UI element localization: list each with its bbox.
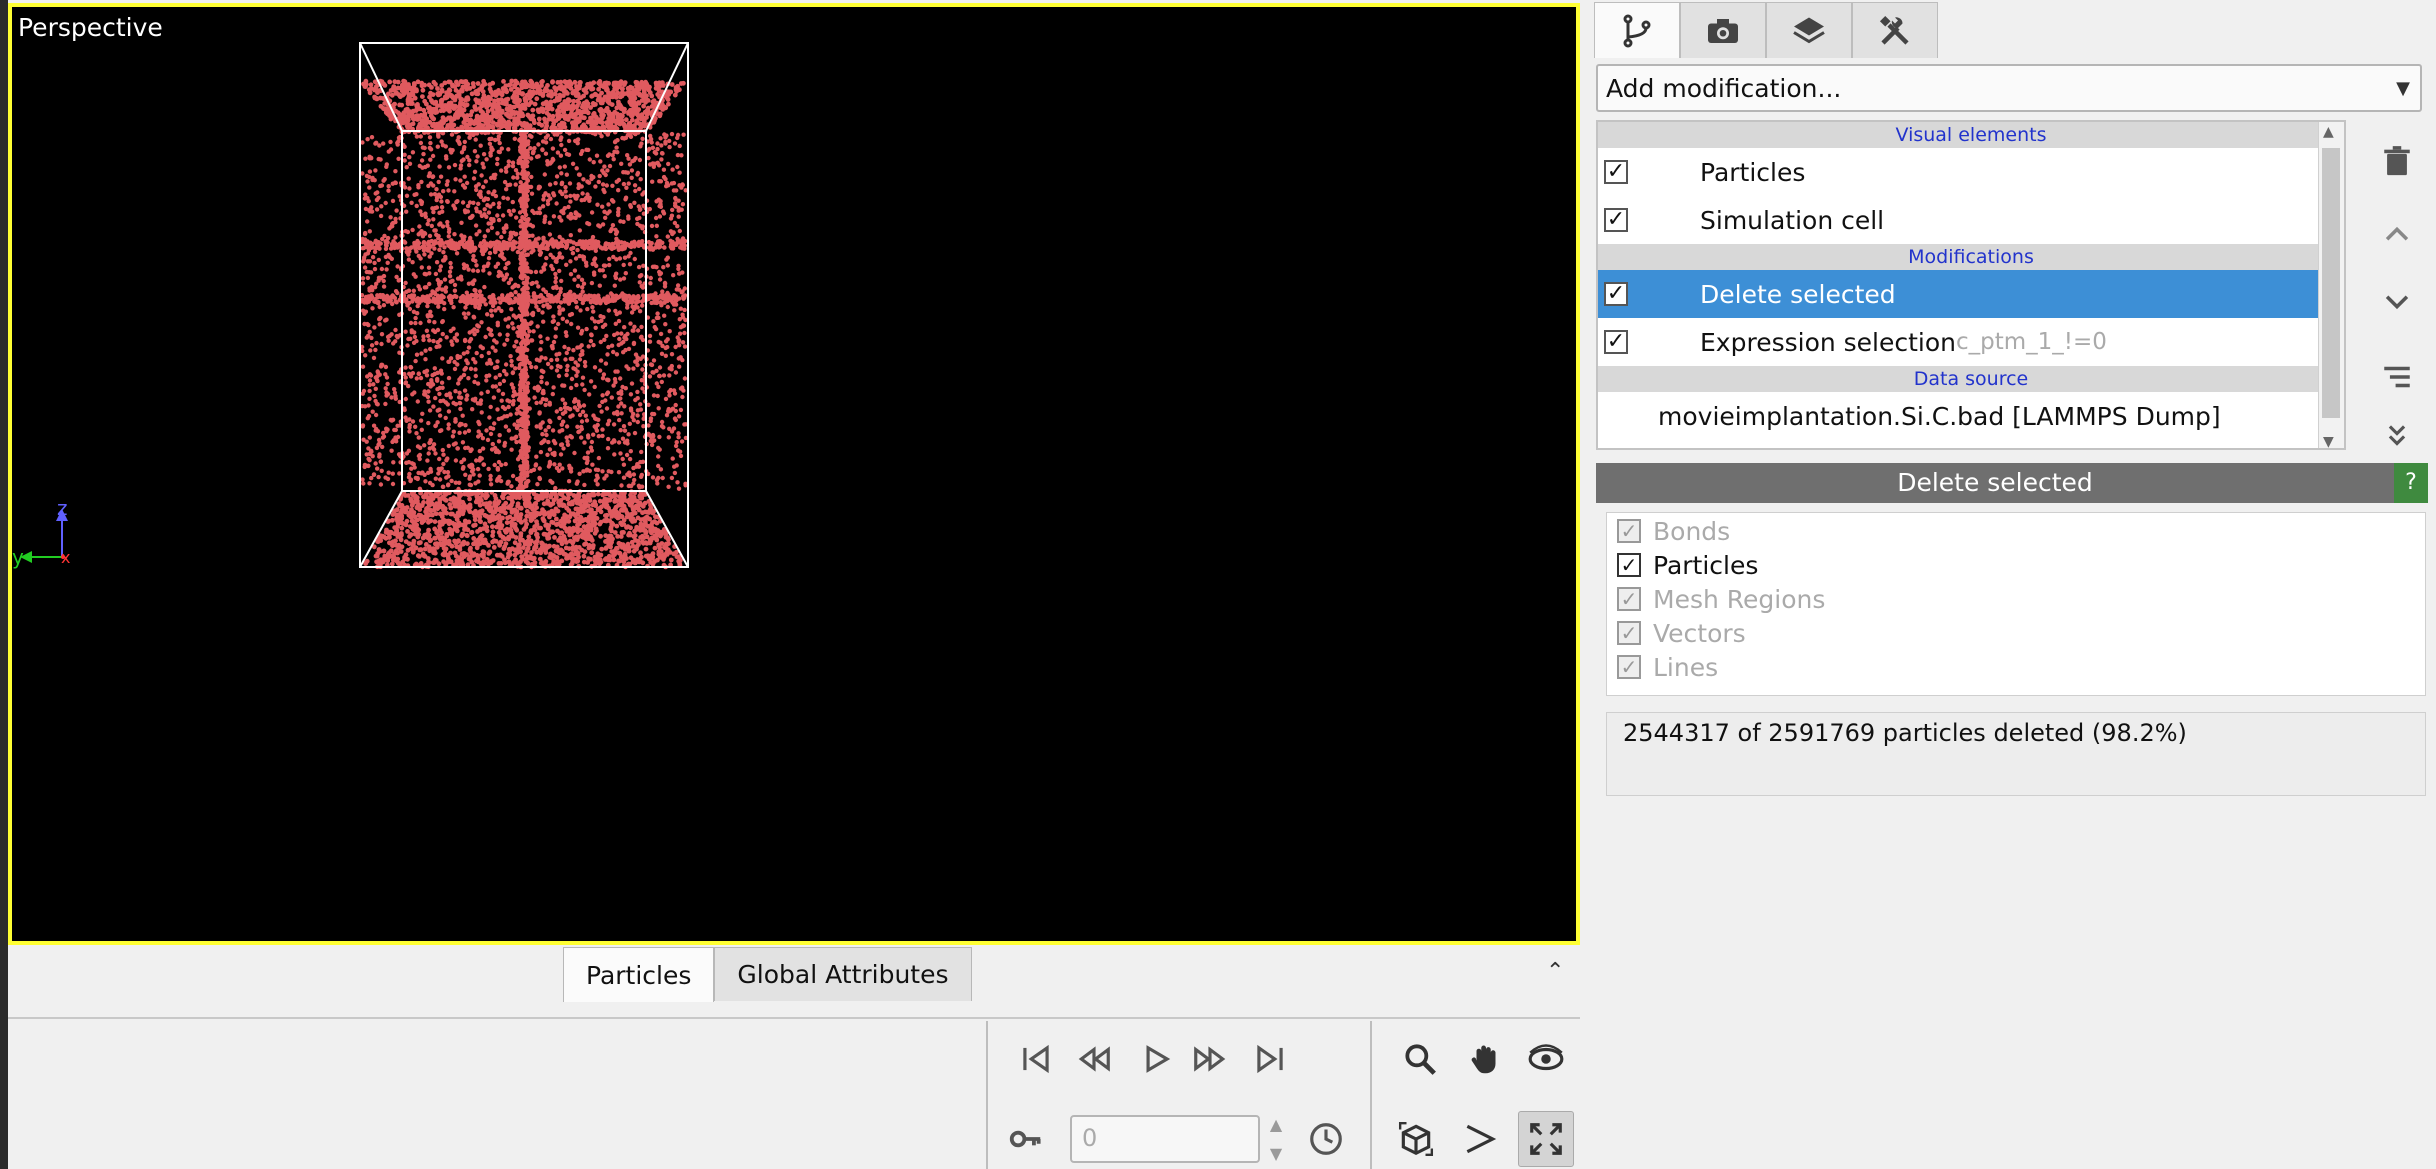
orbit-eye-icon[interactable] <box>1518 1031 1574 1087</box>
move-up-chevron-icon[interactable] <box>2372 210 2422 260</box>
move-down-chevron-icon[interactable] <box>2372 276 2422 326</box>
zoom-scene-extents-icon[interactable] <box>1388 1111 1444 1167</box>
type-row-bonds[interactable]: ✓ Bonds <box>1617 515 1730 547</box>
pipeline-item-particles[interactable]: ✓ Particles <box>1598 148 2344 196</box>
pipeline-item-data-source[interactable]: movieimplantation.Si.C.bad [LAMMPS Dump] <box>1598 392 2344 440</box>
utilities-tab-tools-icon[interactable] <box>1852 2 1938 58</box>
type-row-vectors[interactable]: ✓ Vectors <box>1617 617 1746 649</box>
type-label: Particles <box>1653 550 1759 580</box>
pipeline-item-label: Particles <box>1700 157 1806 187</box>
particle-scene: z y x <box>12 42 689 570</box>
pipeline-item-label: Delete selected <box>1700 279 1896 309</box>
pipeline-item-label: Simulation cell <box>1700 205 1885 235</box>
perspective-viewport[interactable]: z y x Perspective <box>8 3 1580 945</box>
spinner-down-icon[interactable]: ▼ <box>1270 1144 1282 1163</box>
pipeline-item-simulation-cell[interactable]: ✓ Simulation cell <box>1598 196 2344 244</box>
section-data-source: Data source <box>1598 366 2344 392</box>
more-double-chevron-icon[interactable] <box>2372 410 2422 460</box>
type-row-mesh-regions[interactable]: ✓ Mesh Regions <box>1617 583 1825 615</box>
spinner-up-icon[interactable]: ▲ <box>1270 1115 1282 1134</box>
modifier-status: 2544317 of 2591769 particles deleted (98… <box>1606 712 2426 796</box>
add-modification-label: Add modification... <box>1606 74 1842 103</box>
play-icon[interactable] <box>1128 1031 1184 1087</box>
modifier-editor-title: Delete selected <box>1596 463 2394 503</box>
type-label: Lines <box>1653 652 1719 682</box>
maximize-viewport-icon[interactable] <box>1518 1111 1574 1167</box>
axis-y-label: y <box>12 545 24 569</box>
clock-icon[interactable] <box>1298 1111 1354 1167</box>
jump-to-end-icon[interactable] <box>1242 1031 1298 1087</box>
render-tab-camera-icon[interactable] <box>1680 2 1766 58</box>
particles-cloud <box>359 78 689 570</box>
playback-toolbar: 0 ▲ ▼ <box>986 1021 1576 1169</box>
type-checkbox[interactable]: ✓ <box>1617 655 1641 679</box>
command-panel-tabs <box>1594 2 1938 58</box>
left-edge-strip <box>0 0 8 1169</box>
jump-to-start-icon[interactable] <box>1008 1031 1064 1087</box>
key-icon[interactable] <box>998 1111 1054 1167</box>
bottom-area: Particles Global Attributes ⌃ 0 ▲ ▼ <box>8 945 1580 1169</box>
data-source-label: movieimplantation.Si.C.bad [LAMMPS Dump] <box>1658 401 2221 431</box>
type-checkbox[interactable]: ✓ <box>1617 587 1641 611</box>
pan-hand-icon[interactable] <box>1458 1031 1514 1087</box>
step-back-icon[interactable] <box>1066 1031 1122 1087</box>
step-forward-icon[interactable] <box>1182 1031 1238 1087</box>
ovito-window: z y x Perspective Particles Global Attri… <box>0 0 2436 1169</box>
section-modifications: Modifications <box>1598 244 2344 270</box>
scrollbar-thumb[interactable] <box>2322 148 2340 418</box>
pipeline-item-delete-selected[interactable]: ✓ Delete selected <box>1598 270 2344 318</box>
pipeline-item-status: c_ptm_1_!=0 <box>1956 329 2107 355</box>
visual-particles-checkbox[interactable]: ✓ <box>1604 160 1628 184</box>
pipeline-item-label: Expression selection <box>1700 327 1957 357</box>
help-button[interactable]: ? <box>2394 463 2428 503</box>
tab-divider <box>8 1017 1580 1019</box>
section-visual-elements: Visual elements <box>1598 122 2344 148</box>
delete-trash-icon[interactable] <box>2372 136 2422 186</box>
type-label: Vectors <box>1653 618 1746 648</box>
pipeline-editor-list[interactable]: Visual elements ✓ Particles ✓ Simulation… <box>1596 120 2346 450</box>
spinner-arrows[interactable]: ▲ ▼ <box>1262 1115 1290 1163</box>
axis-x-label: x <box>61 548 70 567</box>
zoom-icon[interactable] <box>1392 1031 1448 1087</box>
pipeline-tab-icon[interactable] <box>1594 2 1680 58</box>
type-label: Bonds <box>1653 516 1731 546</box>
frame-spinner-input[interactable]: 0 <box>1070 1115 1260 1163</box>
type-checkbox[interactable]: ✓ <box>1617 621 1641 645</box>
scroll-down-icon[interactable]: ▼ <box>2323 434 2334 448</box>
pipeline-scrollbar[interactable]: ▲ ▼ <box>2318 122 2344 448</box>
viewport-caption[interactable]: Perspective <box>18 13 163 42</box>
data-inspector-tabs: Particles Global Attributes <box>563 947 972 1002</box>
menu-lines-icon[interactable] <box>2372 352 2422 402</box>
delete-selected-checkbox[interactable]: ✓ <box>1604 282 1628 306</box>
type-checkbox[interactable]: ✓ <box>1617 519 1641 543</box>
command-panel: Add modification... ▼ Visual elements ✓ … <box>1588 0 2436 1169</box>
scroll-up-icon[interactable]: ▲ <box>2323 124 2334 140</box>
operate-on-list: ✓ Bonds ✓ Particles ✓ Mesh Regions ✓ Vec… <box>1606 512 2426 696</box>
toolbar-divider <box>1370 1021 1372 1169</box>
pick-orbit-center-icon[interactable] <box>1452 1111 1508 1167</box>
type-row-particles[interactable]: ✓ Particles <box>1617 549 1758 581</box>
visual-cell-checkbox[interactable]: ✓ <box>1604 208 1628 232</box>
expression-selection-checkbox[interactable]: ✓ <box>1604 330 1628 354</box>
axis-z-label: z <box>57 496 68 520</box>
pipeline-item-expression-selection[interactable]: ✓ Expression selection c_ptm_1_!=0 <box>1598 318 2344 366</box>
axis-tripod: z y x <box>12 496 70 569</box>
type-label: Mesh Regions <box>1653 584 1826 614</box>
tab-global-attributes[interactable]: Global Attributes <box>714 947 972 1001</box>
overlays-tab-layers-icon[interactable] <box>1766 2 1852 58</box>
add-modification-dropdown[interactable]: Add modification... ▼ <box>1596 64 2422 112</box>
chevron-up-icon[interactable]: ⌃ <box>1546 959 1564 984</box>
type-checkbox[interactable]: ✓ <box>1617 553 1641 577</box>
tab-particles[interactable]: Particles <box>563 947 715 1002</box>
type-row-lines[interactable]: ✓ Lines <box>1617 651 1718 683</box>
toolbar-divider <box>986 1021 988 1169</box>
dropdown-arrow-icon: ▼ <box>2396 78 2410 99</box>
